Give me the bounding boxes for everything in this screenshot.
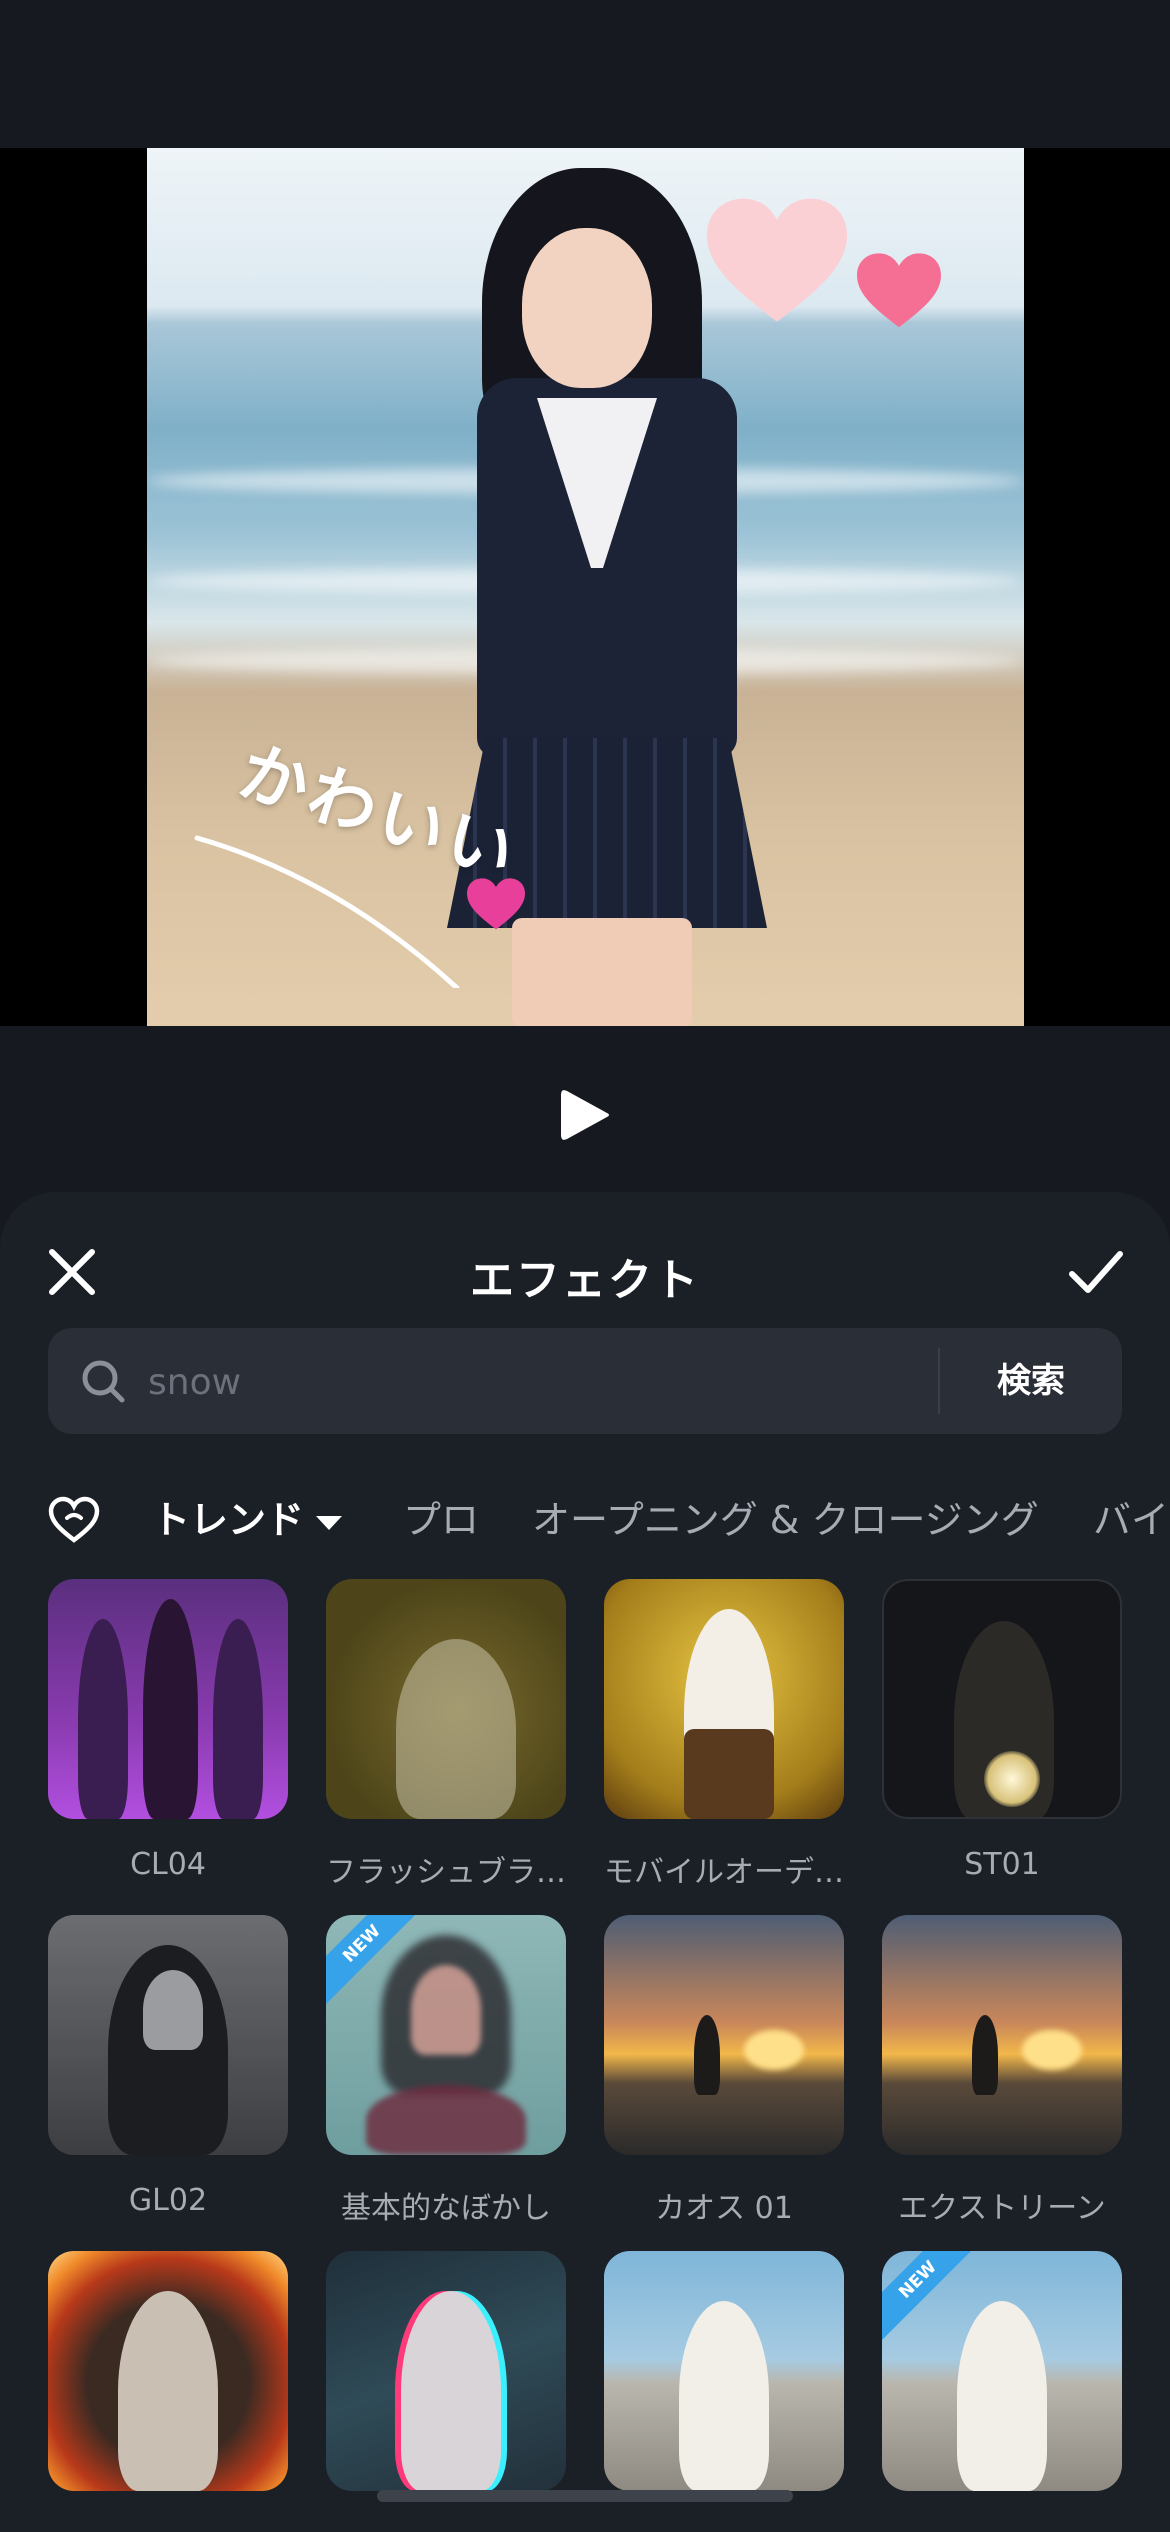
sunset-surfer-thumb[interactable] [882,1915,1122,2155]
effect-item-skater[interactable] [604,2251,844,2519]
video-preview-area: かわいい [0,148,1170,1026]
search-input[interactable] [146,1350,970,1414]
subject-face [522,228,652,388]
tab-trend-label: トレンド [152,1498,305,1542]
effect-item-gl02[interactable]: GL02 [48,1915,288,2218]
hair-flash-thumb[interactable] [326,1579,566,1819]
skater-thumb[interactable] [604,2251,844,2491]
thumb-figure [694,2015,720,2095]
thumb-figure [78,1619,128,1819]
sun [744,2030,804,2070]
search-bar: 検索 [48,1328,1122,1434]
effect-label: CL04 [130,1847,206,1882]
checkmark-icon[interactable] [1066,1244,1126,1300]
skater-thumb[interactable]: NEW [882,2251,1122,2491]
tab-opening-closing[interactable]: オープニング & クロージング [532,1492,1039,1548]
play-icon[interactable] [555,1085,615,1145]
heart-sticker-large[interactable] [707,198,847,328]
home-indicator[interactable] [377,2490,793,2502]
effect-item-mobile-audio[interactable]: モバイルオーデ… [604,1579,844,1891]
bw-portrait-thumb[interactable] [48,1915,288,2155]
fire-frame-thumb[interactable] [48,2251,288,2491]
search-icon [82,1360,125,1403]
thumb-figure [401,2291,501,2491]
effect-panel: エフェクト 検索 トレンド プロ オープニング & クロージング バイ CL [0,1192,1170,2532]
thumb-figure [118,2291,218,2491]
blur-portrait-thumb[interactable]: NEW [326,1915,566,2155]
effect-item-extreme[interactable]: エクストリーン [882,1915,1122,2227]
candle-glow [984,1751,1040,1807]
sun [1022,2030,1082,2070]
effect-label: カオス 01 [655,2191,793,2226]
effect-item-chaos01[interactable]: カオス 01 [604,1915,844,2227]
preview-photo[interactable]: かわいい [147,148,1024,1026]
thumb-figure [213,1619,263,1819]
subject-legs [512,918,692,1026]
thumb-figure [143,1599,198,1819]
effect-item-flash-blur[interactable]: フラッシュブラ… [326,1579,566,1891]
thumb-figure [366,2085,526,2155]
effect-label: フラッシュブラ… [326,1855,566,1890]
tab-pro[interactable]: プロ [403,1492,479,1548]
effect-item-skater-new[interactable]: NEW [882,2251,1122,2519]
effect-label: 基本的なぼかし [341,2191,551,2226]
thumb-figure [684,1729,774,1819]
heart-sticker-small[interactable] [857,253,941,331]
effect-item-basic-blur[interactable]: NEW 基本的なぼかし [326,1915,566,2227]
thumb-figure [396,1639,516,1819]
dancer-yellow-thumb[interactable] [604,1579,844,1819]
effect-item-rgb-glitch[interactable] [326,2251,566,2519]
tab-bai[interactable]: バイ [1093,1492,1169,1548]
new-badge: NEW [882,2251,980,2342]
swoosh-sticker [194,835,460,988]
rgb-glitch-thumb[interactable] [326,2251,566,2491]
favorites-heart-icon[interactable] [48,1496,100,1544]
thumb-figure [411,1965,481,2055]
sunset-surfer-thumb[interactable] [604,1915,844,2155]
tab-trend[interactable]: トレンド [152,1492,343,1548]
effect-item-fire-frame[interactable] [48,2251,288,2519]
thumb-figure [972,2015,998,2095]
effect-label: GL02 [128,2183,208,2218]
effect-label: エクストリーン [898,2191,1106,2226]
category-tabs: トレンド プロ オープニング & クロージング バイ [48,1492,1170,1552]
dancers-purple-thumb[interactable] [48,1579,288,1819]
dark-candle-thumb[interactable] [882,1579,1122,1819]
effect-item-st01[interactable]: ST01 [882,1579,1122,1882]
effect-label: モバイルオーデ… [604,1855,844,1890]
thumb-figure [143,1970,203,2050]
effect-label: ST01 [964,1847,1040,1882]
thumb-figure [957,2301,1047,2491]
thumb-figure [679,2301,769,2491]
panel-title: エフェクト [470,1255,700,1306]
effect-item-cl04[interactable]: CL04 [48,1579,288,1882]
chevron-down-icon[interactable] [316,1515,343,1530]
search-button[interactable]: 検索 [940,1328,1122,1434]
